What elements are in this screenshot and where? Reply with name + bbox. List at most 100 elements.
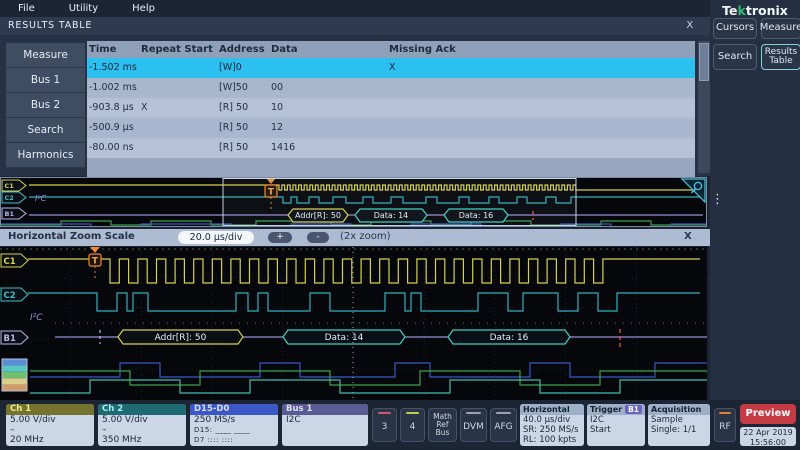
ch1-label: Ch 1: [6, 404, 94, 415]
badge-label: Math Ref Bus: [429, 409, 456, 441]
results-table-empty-area: [87, 158, 695, 179]
channel-badge-ch2[interactable]: Ch 2 5.00 V/div ⌁ 350 MHz: [98, 404, 186, 446]
table-cell: X: [387, 58, 695, 78]
sidebar-button-cursors[interactable]: Cursors: [713, 18, 757, 39]
zoom-out-button[interactable]: -: [307, 232, 329, 243]
sidebar-button-measure[interactable]: Measure: [761, 18, 800, 39]
sidebar-button-results-table[interactable]: Results Table: [761, 44, 800, 70]
trigger-condition: Start: [587, 425, 645, 435]
channel-badge-label: C1: [5, 182, 15, 190]
badge-label: DVM: [462, 414, 485, 441]
table-cell: -1.002 ms: [87, 78, 139, 98]
trigger-settings-panel[interactable]: TriggerB1 I2C Start: [587, 404, 645, 446]
status-bar: Ch 1 5.00 V/div ⌁ 20 MHz Ch 2 5.00 V/div…: [0, 400, 800, 450]
horizontal-scale: 40.0 µs/div: [520, 415, 584, 425]
digital-label: D15-D0: [190, 404, 278, 415]
tab-measure[interactable]: Measure: [6, 43, 85, 68]
zoom-scale-value[interactable]: 20.0 µs/div: [178, 231, 254, 244]
digital-sample-rate: 250 MS/s: [190, 415, 278, 425]
column-header-data: Data: [269, 41, 387, 58]
menu-help[interactable]: Help: [132, 3, 155, 14]
bus-name-label: I²C: [35, 194, 47, 203]
time-text: 15:56:00: [740, 438, 796, 448]
table-row[interactable]: -80.00 ns[R] 501416: [87, 138, 695, 158]
table-row[interactable]: -500.9 µs[R] 5012: [87, 118, 695, 138]
table-row[interactable]: -1.502 ms [W]0 X: [87, 58, 695, 78]
results-table-rows: -1.502 ms [W]0 X-1.002 ms[W]5000-903.8 µsX…: [87, 58, 695, 158]
tab-bus-2[interactable]: Bus 2: [6, 93, 85, 118]
zoom-scale-label: Horizontal Zoom Scale: [8, 231, 135, 242]
table-cell: [139, 138, 217, 158]
zoom-close-button[interactable]: X: [684, 231, 692, 242]
results-table-scrollbar[interactable]: [698, 41, 710, 173]
tab-harmonics[interactable]: Harmonics: [6, 143, 85, 168]
results-panel-header: RESULTS TABLE X: [0, 17, 710, 35]
table-cell: [387, 98, 695, 118]
table-cell: [W]0: [217, 58, 269, 78]
badge-math-ref-bus[interactable]: Math Ref Bus: [428, 408, 457, 442]
badge-label: 3: [381, 414, 389, 441]
badge-dvm[interactable]: DVM: [460, 408, 487, 442]
results-table: TimeRepeat StartAddressDataMissing Ack -…: [87, 41, 695, 179]
badge-label: AFG: [493, 414, 513, 441]
badge-4[interactable]: 4: [400, 408, 425, 442]
waveform-overview[interactable]: Addr[R]: 50Data: 14Data: 16I²CTC1C2B1: [0, 177, 707, 227]
table-cell: 00: [269, 78, 387, 98]
acquisition-count: Single: 1/1: [648, 425, 710, 435]
table-cell: [387, 78, 695, 98]
ch2-label: Ch 2: [98, 404, 186, 415]
right-sidebar: Tektronix CursorsMeasureSearchResults Ta…: [710, 0, 800, 400]
trigger-position-arrow[interactable]: [90, 247, 100, 253]
badge-3[interactable]: 3: [372, 408, 397, 442]
acquisition-settings-panel[interactable]: Acquisition Sample Single: 1/1: [648, 404, 710, 446]
zoom-box[interactable]: [223, 179, 576, 226]
horizontal-title: Horizontal: [523, 404, 570, 415]
tab-bus-1[interactable]: Bus 1: [6, 68, 85, 93]
channel-badge-label: C1: [4, 257, 16, 267]
horizontal-settings-panel[interactable]: Horizontal 40.0 µs/div SR: 250 MS/s RL: …: [520, 404, 584, 446]
digital-d7-states: D7 :::: ::::: [190, 435, 278, 445]
column-header-missing-ack: Missing Ack: [387, 41, 695, 58]
sidebar-button-search[interactable]: Search: [713, 44, 757, 70]
badge-label: 4: [409, 414, 417, 441]
ch1-bandwidth: 20 MHz: [6, 435, 94, 445]
scrollbar-thumb[interactable]: [699, 43, 709, 81]
preview-button[interactable]: Preview: [740, 404, 796, 424]
menu-bar: File Utility Help: [0, 0, 710, 16]
zoom-in-button[interactable]: +: [268, 232, 292, 243]
digital-group-badge-stripe: [2, 365, 27, 371]
bus1-badge[interactable]: Bus 1 I2C: [282, 404, 368, 446]
table-row[interactable]: -903.8 µsX[R] 5010: [87, 98, 695, 118]
column-header-repeat-start: Repeat Start: [139, 41, 217, 58]
channel-badge-label: C2: [4, 291, 16, 301]
waveform-trace: [30, 380, 707, 393]
results-table-panel: RESULTS TABLE X MeasureBus 1Bus 2SearchH…: [0, 17, 710, 176]
zoomed-waveform-view[interactable]: Addr[R]: 50Data: 14Data: 16I²CTC1C2B1: [0, 247, 707, 400]
table-row[interactable]: -1.002 ms[W]5000: [87, 78, 695, 98]
digital-badge-d15-d0[interactable]: D15-D0 250 MS/s D15: ____ ____ D7 :::: :…: [190, 404, 278, 446]
date-text: 22 Apr 2019: [740, 428, 796, 438]
column-header-address: Address: [217, 41, 269, 58]
results-panel-close-button[interactable]: X: [686, 17, 694, 35]
acquisition-mode: Sample: [648, 415, 710, 425]
digital-group-badge-stripe: [2, 359, 27, 365]
table-cell: -1.502 ms: [87, 58, 139, 78]
panel-handle-icon[interactable]: ⋮: [711, 192, 724, 207]
channel-badge-ch1[interactable]: Ch 1 5.00 V/div ⌁ 20 MHz: [6, 404, 94, 446]
menu-file[interactable]: File: [18, 3, 35, 14]
tab-search[interactable]: Search: [6, 118, 85, 143]
bus-name-label: I²C: [30, 313, 43, 323]
bus-decode-label: Data: 14: [325, 333, 364, 343]
menu-utility[interactable]: Utility: [69, 3, 98, 14]
bus-decode-label: Addr[R]: 50: [155, 333, 207, 343]
zoom-factor-label: (2x zoom): [340, 231, 391, 242]
horizontal-record-length: RL: 100 kpts: [520, 435, 584, 445]
table-cell: [139, 58, 217, 78]
table-cell: [R] 50: [217, 138, 269, 158]
badge-afg[interactable]: AFG: [490, 408, 517, 442]
waveform-trace: [30, 363, 707, 377]
badge-rf[interactable]: RF: [714, 408, 736, 442]
table-cell: [387, 118, 695, 138]
table-cell: -903.8 µs: [87, 98, 139, 118]
table-cell: 12: [269, 118, 387, 138]
